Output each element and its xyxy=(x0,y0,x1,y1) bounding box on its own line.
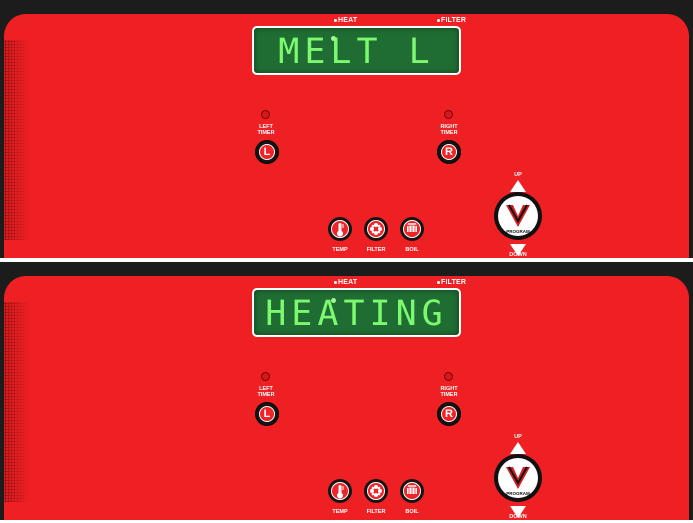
controller-panel-2: HEAT FILTER HEATING LEFT TIMER L RIGHT T… xyxy=(0,262,693,520)
program-button[interactable]: PROGRAM xyxy=(493,453,543,503)
temp-label: TEMP xyxy=(332,247,348,253)
thermometer-icon xyxy=(337,485,344,499)
left-timer-label-line2: TIMER xyxy=(257,130,275,136)
down-label: DOWN xyxy=(509,514,527,520)
program-button[interactable]: PROGRAM xyxy=(493,191,543,241)
temp-button[interactable] xyxy=(328,217,352,241)
left-timer-button[interactable]: L xyxy=(255,402,279,426)
boil-label: BOIL xyxy=(405,247,419,253)
program-label: PROGRAM xyxy=(506,491,530,496)
left-button-letter: L xyxy=(259,144,275,160)
up-label: UP xyxy=(514,172,522,178)
heat-led xyxy=(331,36,336,41)
heat-label: HEAT xyxy=(338,279,358,286)
right-timer-button[interactable]: R xyxy=(437,140,461,164)
right-timer-label-line2: TIMER xyxy=(440,130,458,136)
heat-indicator: HEAT xyxy=(334,279,357,286)
left-button-letter: L xyxy=(259,406,275,422)
heat-indicator: HEAT xyxy=(334,17,357,24)
thermometer-icon xyxy=(337,223,344,237)
down-label: DOWN xyxy=(509,252,527,258)
program-label: PROGRAM xyxy=(506,229,530,234)
filter-label: FILTER xyxy=(441,279,467,286)
filter-button[interactable] xyxy=(364,479,388,503)
boil-icon xyxy=(407,223,417,232)
temp-label: TEMP xyxy=(332,509,348,515)
display-text: MELT L xyxy=(278,32,435,72)
temp-button[interactable] xyxy=(328,479,352,503)
left-timer-led xyxy=(261,110,270,119)
lcd-display: MELT L xyxy=(252,26,461,75)
filter-icon xyxy=(370,485,382,497)
right-timer-label: RIGHT TIMER xyxy=(438,124,460,136)
filter-button[interactable] xyxy=(364,217,388,241)
up-label: UP xyxy=(514,434,522,440)
right-button-letter: R xyxy=(441,406,457,422)
boil-icon xyxy=(407,485,417,494)
boil-button[interactable] xyxy=(400,217,424,241)
left-timer-button[interactable]: L xyxy=(255,140,279,164)
left-timer-label: LEFT TIMER xyxy=(256,124,276,136)
display-text: HEATING xyxy=(265,294,448,334)
heat-label: HEAT xyxy=(338,17,358,24)
right-timer-button[interactable]: R xyxy=(437,402,461,426)
heat-led xyxy=(331,298,336,303)
filter-indicator: FILTER xyxy=(437,17,466,24)
filter-icon xyxy=(370,223,382,235)
right-timer-label-line2: TIMER xyxy=(440,392,458,398)
right-timer-led xyxy=(444,110,453,119)
texture-dots xyxy=(4,302,30,502)
texture-dots xyxy=(4,40,30,240)
filter-button-label: FILTER xyxy=(366,247,386,253)
right-timer-label: RIGHT TIMER xyxy=(438,386,460,398)
filter-indicator: FILTER xyxy=(437,279,466,286)
filter-button-label: FILTER xyxy=(366,509,386,515)
left-timer-label: LEFT TIMER xyxy=(256,386,276,398)
filter-label: FILTER xyxy=(441,17,467,24)
right-button-letter: R xyxy=(441,144,457,160)
boil-label: BOIL xyxy=(405,509,419,515)
boil-button[interactable] xyxy=(400,479,424,503)
left-timer-label-line2: TIMER xyxy=(257,392,275,398)
lcd-display: HEATING xyxy=(252,288,461,337)
right-timer-led xyxy=(444,372,453,381)
controller-panel-1: HEAT FILTER MELT L LEFT TIMER L RIGHT TI… xyxy=(0,0,693,258)
left-timer-led xyxy=(261,372,270,381)
